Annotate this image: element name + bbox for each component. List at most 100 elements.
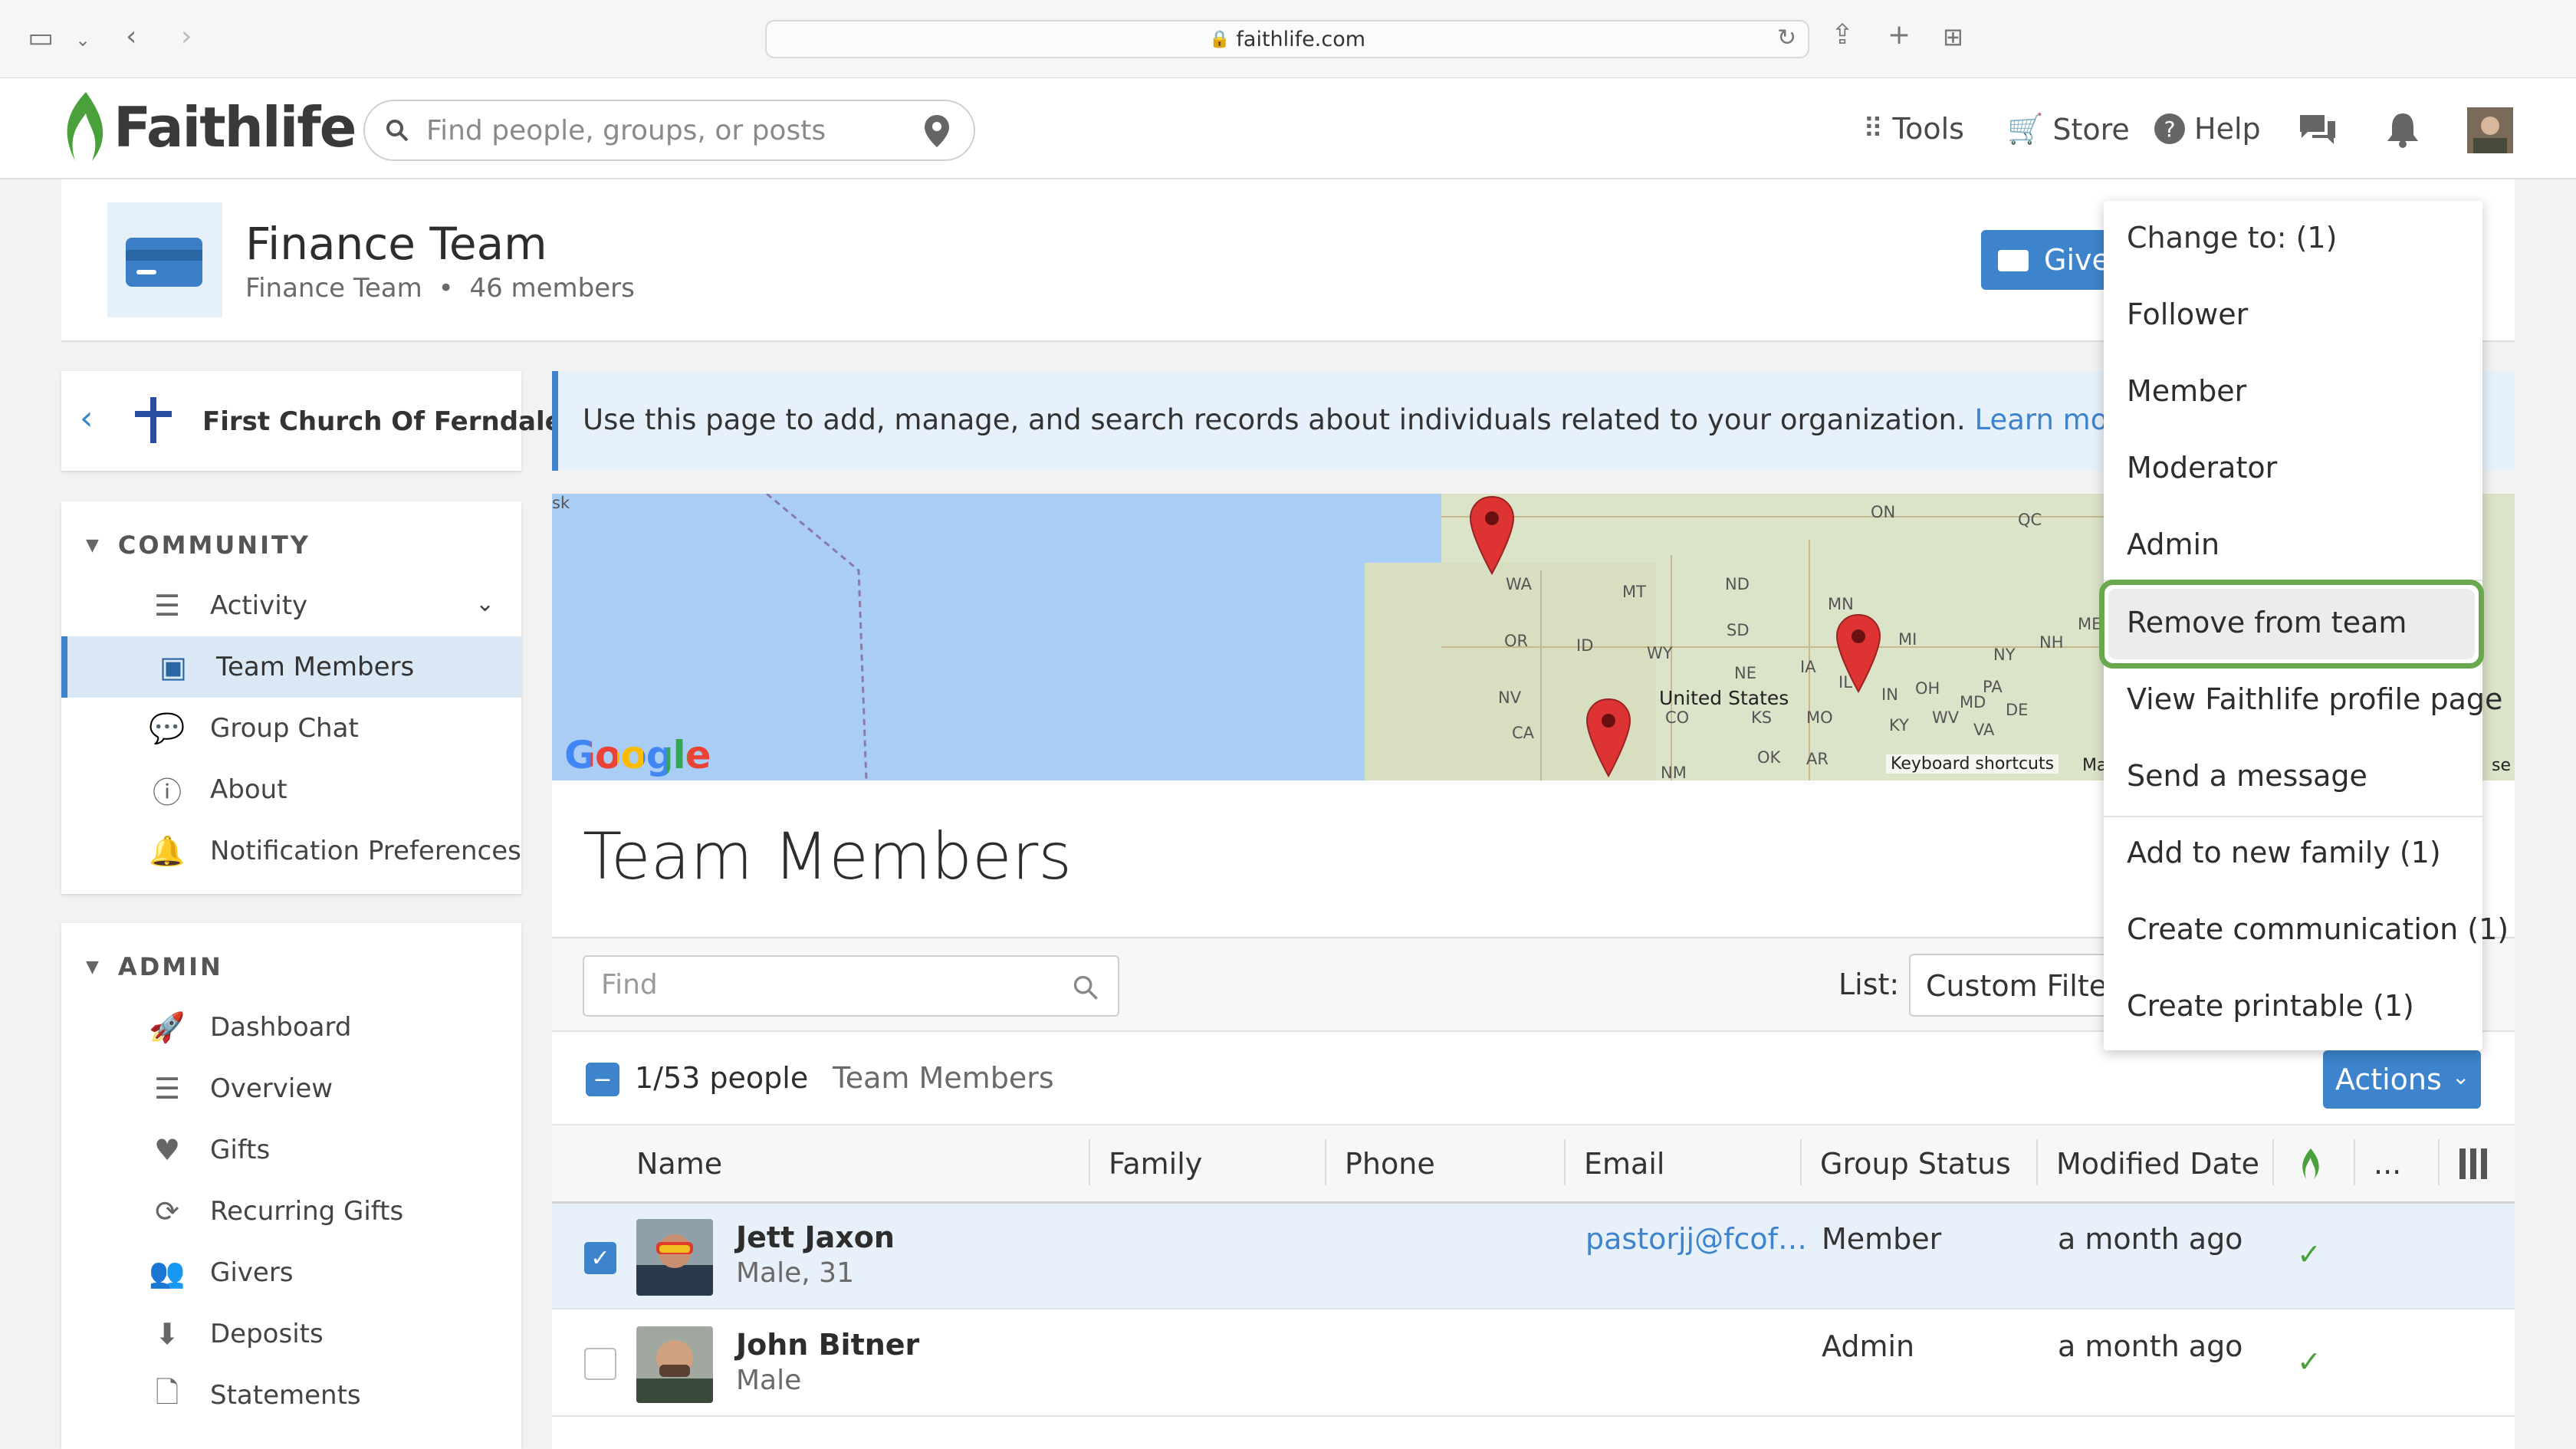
column-separator[interactable] (2354, 1139, 2355, 1185)
sidebar-item-recurring-gifts[interactable]: ⟳ Recurring Gifts (61, 1181, 521, 1242)
sidebar-item-label: Statements (210, 1380, 361, 1411)
avatar[interactable] (636, 1326, 713, 1403)
faithlife-logo[interactable]: Faithlife (113, 95, 356, 159)
menu-item-add-to-family[interactable]: Add to new family (1) (2127, 836, 2441, 869)
tab-overview-icon[interactable]: ⊞ (1943, 23, 1963, 51)
back-chevron-icon[interactable]: ‹ (80, 399, 94, 438)
select-all-checkbox[interactable]: − (586, 1063, 619, 1096)
sidebar-item-notification-preferences[interactable]: 🔔 Notification Preferences (61, 820, 521, 882)
back-icon[interactable]: ‹ (126, 23, 136, 51)
reload-icon[interactable]: ↻ (1777, 25, 1796, 52)
map-label: QC (2018, 511, 2042, 529)
bell-icon[interactable] (2386, 112, 2420, 149)
person-details: Male, 31 (736, 1257, 854, 1289)
person-name[interactable]: Jett Jaxon (736, 1221, 895, 1254)
actions-button[interactable]: Actions ⌄ (2323, 1050, 2481, 1109)
map-label: OR (1504, 632, 1529, 650)
chat-icon[interactable] (2297, 112, 2338, 147)
sidebar-item-givers[interactable]: 👥 Givers (61, 1242, 521, 1303)
map-pin-icon[interactable] (1828, 612, 1889, 696)
document-icon: 🗋 (155, 1375, 179, 1409)
address-bar[interactable]: 🔒 faithlife.com (765, 20, 1809, 58)
highlight-outline (2099, 580, 2484, 669)
store-link[interactable]: 🛒 Store (2007, 112, 2130, 146)
map-label: DE (2006, 701, 2029, 719)
chevron-down-icon[interactable]: ⌄ (475, 590, 495, 617)
menu-item-send-message[interactable]: Send a message (2127, 759, 2367, 793)
table-row[interactable] (552, 1204, 2515, 1309)
column-separator[interactable] (1564, 1139, 1566, 1185)
faithlife-flame-icon[interactable] (2298, 1147, 2321, 1181)
menu-item-create-communication[interactable]: Create communication (1) (2127, 912, 2509, 946)
column-separator[interactable] (2036, 1139, 2038, 1185)
admin-heading[interactable]: ▼ ADMIN (86, 952, 223, 981)
column-header-email[interactable]: Email (1584, 1147, 1664, 1181)
menu-item-admin[interactable]: Admin (2127, 527, 2220, 561)
sidebar-item-about[interactable]: ⓘ About (61, 759, 521, 820)
forward-icon[interactable]: › (181, 23, 192, 51)
tools-menu[interactable]: ⠿ Tools (1863, 112, 1964, 146)
menu-item-member[interactable]: Member (2127, 374, 2246, 408)
sidebar-item-overview[interactable]: ☰ Overview (61, 1058, 521, 1119)
sidebar-item-dashboard[interactable]: 🚀 Dashboard (61, 997, 521, 1058)
column-separator[interactable] (1089, 1139, 1090, 1185)
avatar[interactable] (2467, 107, 2513, 153)
map-label: United States (1659, 687, 1789, 709)
column-separator[interactable] (1325, 1139, 1326, 1185)
column-header-modified-date[interactable]: Modified Date (2056, 1147, 2259, 1181)
chevron-down-icon[interactable]: ⌄ (75, 26, 90, 54)
sidebar-item-group-chat[interactable]: 💬 Group Chat (61, 698, 521, 759)
row-checkbox[interactable] (584, 1348, 616, 1380)
sidebar-toggle-icon[interactable]: ▭ (28, 25, 54, 52)
column-header-family[interactable]: Family (1109, 1147, 1202, 1181)
table-row[interactable] (552, 1311, 2515, 1417)
map-label: OK (1757, 748, 1781, 767)
community-heading[interactable]: ▼ COMMUNITY (86, 531, 310, 560)
avatar[interactable] (636, 1219, 713, 1296)
person-email[interactable]: pastorjj@fcof… (1585, 1222, 1807, 1256)
map-label: AR (1806, 750, 1829, 768)
column-separator[interactable] (1800, 1139, 1802, 1185)
person-name[interactable]: John Bitner (736, 1328, 919, 1362)
column-separator[interactable] (2438, 1139, 2440, 1185)
team-subtitle-group[interactable]: Finance Team (245, 273, 422, 304)
card-icon (1998, 250, 2029, 271)
global-search[interactable]: Find people, groups, or posts (363, 100, 975, 161)
column-header-group-status[interactable]: Group Status (1820, 1147, 2011, 1181)
community-heading-label: COMMUNITY (117, 531, 310, 560)
member-count[interactable]: 46 members (469, 273, 634, 304)
map-label: NM (1661, 764, 1687, 780)
map-pin-icon[interactable] (1461, 494, 1523, 578)
recurring-icon: ⟳ (155, 1194, 179, 1228)
columns-icon[interactable] (2458, 1147, 2489, 1181)
menu-item-view-profile[interactable]: View Faithlife profile page (2127, 682, 2502, 716)
sidebar-item-gifts[interactable]: ♥ Gifts (61, 1119, 521, 1181)
row-checkbox[interactable]: ✓ (584, 1242, 616, 1274)
column-header-name[interactable]: Name (636, 1147, 722, 1181)
new-tab-icon[interactable]: + (1888, 21, 1911, 49)
faithlife-logo-icon[interactable] (58, 90, 109, 164)
location-pin-icon[interactable] (923, 113, 951, 149)
keyboard-shortcuts-link[interactable]: Keyboard shortcuts (1886, 754, 2059, 774)
menu-item-follower[interactable]: Follower (2127, 297, 2248, 331)
column-header-phone[interactable]: Phone (1345, 1147, 1435, 1181)
help-link[interactable]: ? Help (2154, 112, 2261, 146)
map-label: MD (1960, 693, 1986, 711)
column-header-more[interactable]: ... (2374, 1147, 2401, 1181)
menu-item-create-printable[interactable]: Create printable (1) (2127, 989, 2414, 1023)
find-input[interactable]: Find (583, 955, 1119, 1017)
credit-card-line (136, 270, 156, 274)
modified-date: a month ago (2058, 1329, 2243, 1363)
sidebar-item-activity[interactable]: ☰ Activity ⌄ (61, 575, 521, 636)
org-name[interactable]: First Church Of Ferndale (202, 406, 563, 437)
map-pin-icon[interactable] (1578, 696, 1639, 780)
info-icon: ⓘ (152, 775, 182, 810)
menu-item-moderator[interactable]: Moderator (2127, 451, 2277, 485)
sidebar-item-statements[interactable]: 🗋 Statements (61, 1365, 521, 1426)
share-icon[interactable]: ⇪ (1831, 21, 1854, 49)
sidebar-item-team-members[interactable]: ▣ Team Members (61, 636, 521, 698)
sidebar-item-deposits[interactable]: ⬇ Deposits (61, 1303, 521, 1365)
lock-icon: 🔒 (1208, 29, 1230, 49)
church-cross-icon (135, 397, 172, 443)
column-separator[interactable] (2272, 1139, 2274, 1185)
